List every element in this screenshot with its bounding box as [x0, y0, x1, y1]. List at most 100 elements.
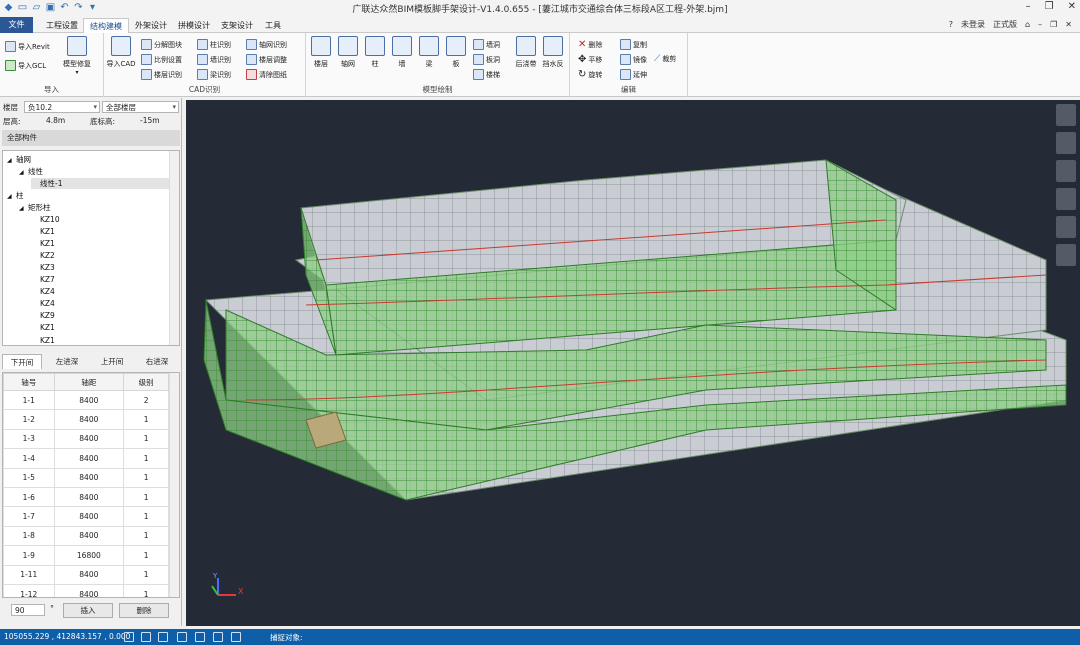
- axis-cell[interactable]: 1-5: [3, 467, 55, 488]
- tree-node[interactable]: ◢ 矩形柱: [19, 202, 51, 213]
- axis-cell[interactable]: 1-2: [3, 409, 55, 430]
- ribbon-collapse-icon[interactable]: ⌂: [1025, 20, 1030, 29]
- post-pour-strip-button[interactable]: 后浇带: [513, 36, 539, 69]
- level-cell[interactable]: 1: [123, 583, 169, 597]
- 3d-viewport[interactable]: X Y: [186, 100, 1080, 626]
- axis-cell[interactable]: 1-11: [3, 564, 55, 585]
- angle-snap-icon[interactable]: [213, 632, 223, 642]
- inner-minimize-icon[interactable]: –: [1038, 20, 1042, 29]
- distance-cell[interactable]: 8400: [53, 506, 125, 527]
- distance-cell[interactable]: 8400: [53, 428, 125, 450]
- distance-cell[interactable]: 8400: [53, 525, 125, 547]
- table-row[interactable]: 1-12 8400 1: [3, 583, 169, 597]
- slab-button[interactable]: 板: [443, 36, 469, 69]
- axis-cell[interactable]: 1-9: [3, 545, 55, 566]
- axis-cell[interactable]: 1-6: [3, 486, 55, 508]
- stair-button[interactable]: 楼梯: [473, 69, 500, 80]
- rotate-button[interactable]: ↻ 旋转: [578, 69, 602, 80]
- wall-button[interactable]: 墙: [389, 36, 415, 69]
- import-gcl-button[interactable]: 导入GCL: [5, 60, 46, 71]
- grid-snap-icon[interactable]: [141, 632, 151, 642]
- tree-node[interactable]: KZ4: [31, 287, 55, 296]
- tab-support-design[interactable]: 支架设计: [215, 18, 259, 33]
- column-button[interactable]: 柱: [362, 36, 388, 69]
- edition-label[interactable]: 正式版: [993, 19, 1017, 30]
- import-cad-button[interactable]: 导入CAD: [106, 36, 136, 69]
- level-cell[interactable]: 1: [123, 448, 169, 469]
- menu-file[interactable]: 文件: [0, 17, 33, 33]
- polar-icon[interactable]: [158, 632, 168, 642]
- tree-node[interactable]: 线性-1: [31, 178, 179, 190]
- table-row[interactable]: 1-2 8400 1: [3, 409, 169, 430]
- level-cell[interactable]: 1: [123, 506, 169, 527]
- tree-node[interactable]: KZ1: [31, 239, 55, 248]
- water-stop-button[interactable]: 挡水反: [540, 36, 566, 69]
- level-cell[interactable]: 1: [123, 409, 169, 430]
- tree-expander-icon[interactable]: ◢: [7, 193, 16, 200]
- axis-cell[interactable]: 1-4: [3, 448, 55, 469]
- floor-recognize-button[interactable]: 楼层识别: [141, 69, 182, 80]
- tab-right-depth[interactable]: 右进深: [137, 354, 177, 369]
- tab-project-settings[interactable]: 工程设置: [40, 18, 84, 33]
- distance-cell[interactable]: 8400: [53, 486, 125, 508]
- tree-node[interactable]: KZ3: [31, 263, 55, 272]
- distance-cell[interactable]: 8400: [53, 389, 125, 411]
- tab-left-depth[interactable]: 左进深: [47, 354, 87, 369]
- top-view-icon[interactable]: [1056, 132, 1076, 154]
- scale-setting-button[interactable]: 比例设置: [141, 54, 182, 65]
- axis-recognize-button[interactable]: 轴网识别: [246, 39, 287, 50]
- extend-button[interactable]: 延伸: [620, 69, 647, 80]
- slab-opening-button[interactable]: 板洞: [473, 54, 500, 65]
- table-row[interactable]: 1-8 8400 1: [3, 525, 169, 547]
- inner-close-icon[interactable]: ✕: [1065, 20, 1072, 29]
- tree-node[interactable]: KZ7: [31, 275, 55, 284]
- level-cell[interactable]: 1: [123, 486, 169, 508]
- distance-cell[interactable]: 16800: [53, 545, 125, 566]
- tree-node[interactable]: KZ1: [31, 336, 55, 345]
- table-row[interactable]: 1-7 8400 1: [3, 506, 169, 527]
- side-view-icon[interactable]: [1056, 188, 1076, 210]
- tab-scaffold-design[interactable]: 外架设计: [129, 18, 173, 33]
- distance-cell[interactable]: 8400: [53, 467, 125, 488]
- floor-button[interactable]: 楼层: [308, 36, 334, 69]
- object-track-icon[interactable]: [195, 632, 205, 642]
- wall-opening-button[interactable]: 墙洞: [473, 39, 500, 50]
- tree-node[interactable]: KZ10: [31, 215, 60, 224]
- move-button[interactable]: ✥ 平移: [578, 54, 602, 65]
- level-cell[interactable]: 1: [123, 564, 169, 585]
- level-cell[interactable]: 1: [123, 545, 169, 566]
- help-icon[interactable]: ?: [949, 20, 953, 29]
- table-row[interactable]: 1-4 8400 1: [3, 448, 169, 469]
- angle-input[interactable]: 90: [11, 604, 45, 616]
- distance-cell[interactable]: 8400: [53, 448, 125, 469]
- tree-node[interactable]: KZ9: [31, 311, 55, 320]
- inner-restore-icon[interactable]: ❐: [1050, 20, 1057, 29]
- ortho-icon[interactable]: [124, 632, 134, 642]
- tab-formwork-design[interactable]: 拼模设计: [172, 18, 216, 33]
- delete-button[interactable]: ✕ 删除: [578, 39, 602, 50]
- tree-expander-icon[interactable]: ◢: [19, 169, 28, 176]
- orbit-view-icon[interactable]: [1056, 104, 1076, 126]
- tab-top-bay[interactable]: 上开间: [92, 354, 132, 369]
- tree-node[interactable]: ◢ 柱: [7, 190, 24, 201]
- axis-cell[interactable]: 1-1: [3, 389, 55, 411]
- grid-toggle-icon[interactable]: [1056, 244, 1076, 266]
- level-cell[interactable]: 2: [123, 389, 169, 411]
- table-row[interactable]: 1-5 8400 1: [3, 467, 169, 488]
- floor-select[interactable]: 负10.2: [24, 101, 100, 113]
- distance-cell[interactable]: 8400: [53, 409, 125, 430]
- iso-view-icon[interactable]: [1056, 160, 1076, 182]
- distance-cell[interactable]: 8400: [53, 564, 125, 585]
- table-scrollbar[interactable]: [169, 373, 179, 597]
- tree-expander-icon[interactable]: ◢: [19, 205, 28, 212]
- trim-button[interactable]: ⟋ 裁剪: [654, 54, 676, 64]
- level-cell[interactable]: 1: [123, 525, 169, 547]
- tree-scrollbar[interactable]: [169, 151, 179, 345]
- insert-button[interactable]: 插入: [63, 603, 113, 618]
- tab-bottom-bay[interactable]: 下开间: [2, 354, 42, 369]
- tree-node[interactable]: KZ1: [31, 323, 55, 332]
- table-row[interactable]: 1-9 16800 1: [3, 545, 169, 566]
- axis-cell[interactable]: 1-3: [3, 428, 55, 450]
- level-cell[interactable]: 1: [123, 428, 169, 450]
- model-repair-button[interactable]: 模型修复 ▾: [60, 36, 94, 76]
